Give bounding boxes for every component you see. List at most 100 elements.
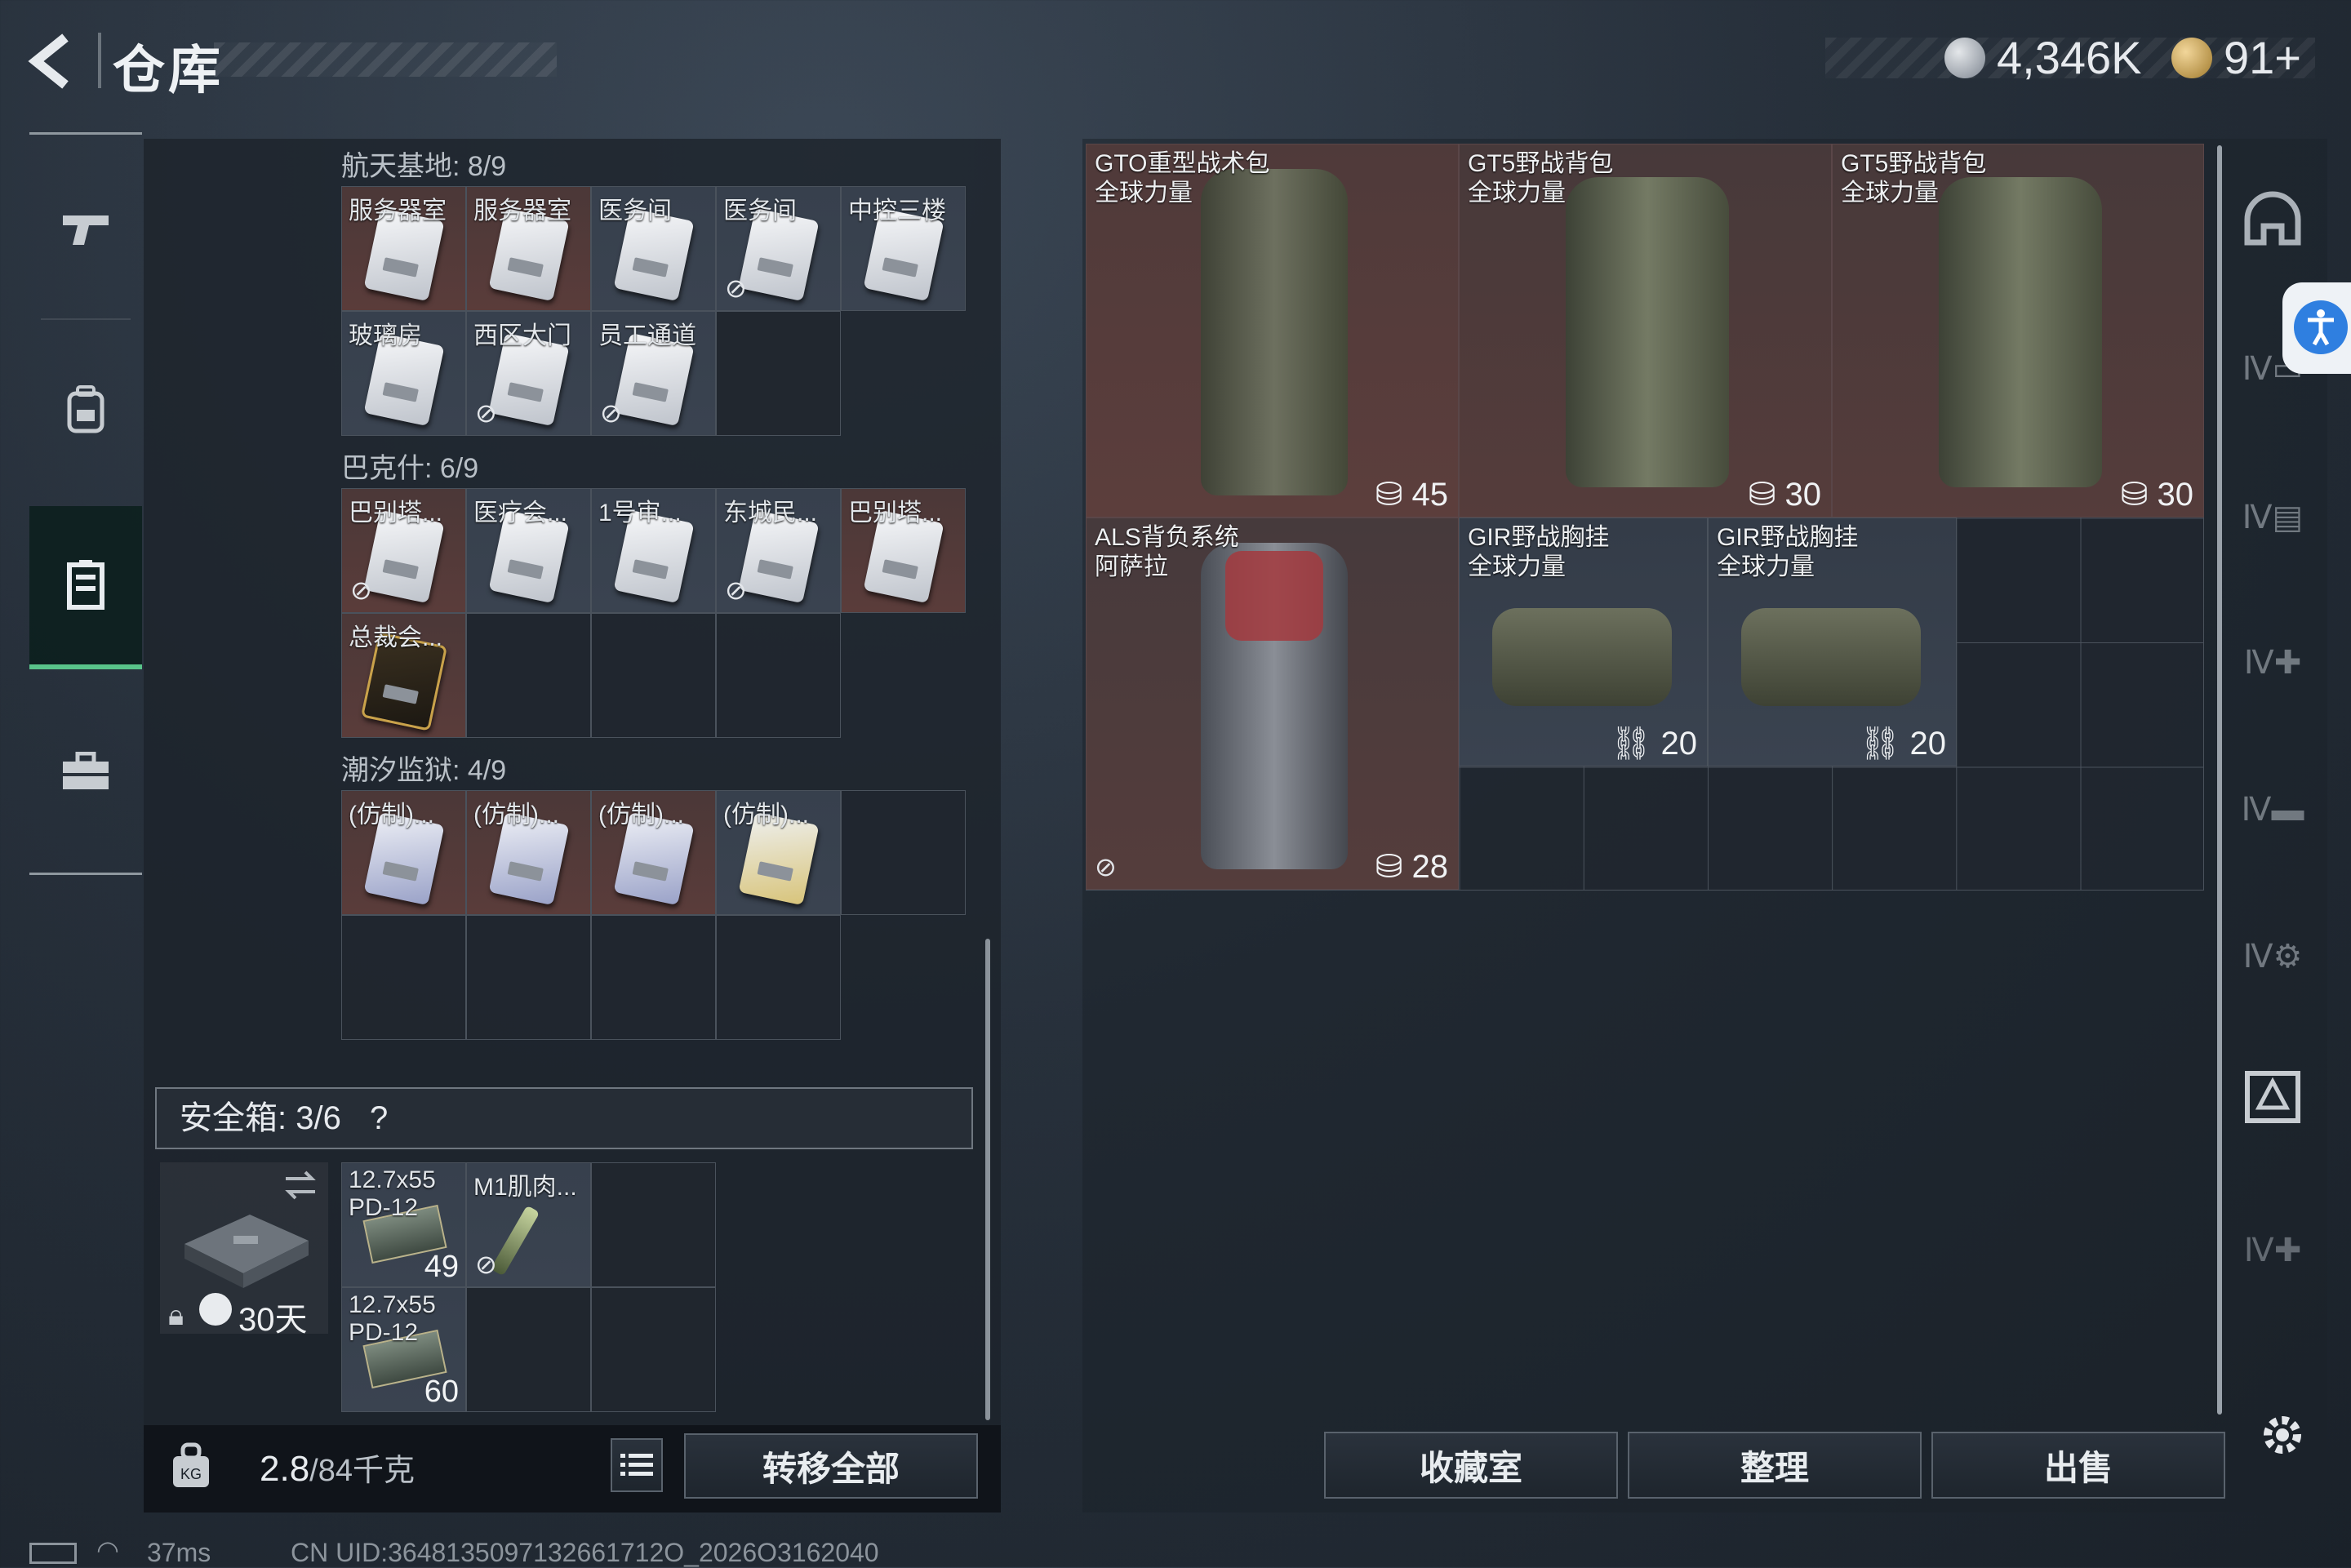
locker-icon (67, 560, 104, 610)
ping: 37ms (147, 1538, 211, 1567)
capacity-value: 30 (2157, 477, 2194, 513)
container-filter-icon[interactable]: Ⅳ▤ (2238, 483, 2307, 552)
item-faction: 全球力量 (1841, 180, 1939, 207)
ammo-slot[interactable]: 12.7x55 PD-12 60 (341, 1287, 466, 1412)
item-faction: 阿萨拉 (1095, 553, 1168, 580)
nav-weapons[interactable] (29, 147, 142, 310)
section-title-tidal-prison: 潮汐监狱: 4/9 (341, 755, 507, 786)
medical-filter-icon-2[interactable]: Ⅳ✚ (2238, 1216, 2307, 1285)
item-als-backpack[interactable]: ALS背负系统 阿萨拉 ⊘ ⛁ 28 (1086, 517, 1459, 890)
collection-filter-icon[interactable] (2238, 1061, 2307, 1130)
nav-divider (41, 318, 131, 320)
no-bind-icon: ⊘ (725, 273, 747, 303)
key-slot[interactable]: 巴别塔... ⊘ (341, 488, 466, 613)
weapon-filter-icon[interactable]: Ⅳ▬ (2238, 775, 2307, 844)
title-divider (98, 33, 101, 88)
transfer-all-button[interactable]: 转移全部 (684, 1433, 978, 1499)
key-slot[interactable]: 巴别塔... (841, 488, 966, 613)
accessibility-icon (2294, 300, 2348, 354)
sell-button[interactable]: 出售 (1931, 1432, 2225, 1499)
item-faction: 全球力量 (1717, 553, 1815, 580)
max-weight: /84千克 (309, 1454, 415, 1488)
key-slot[interactable]: 服务器室 (341, 186, 466, 311)
item-gir-chest-rig[interactable]: GIR野战胸挂 全球力量 ⛓ 20 (1459, 517, 1708, 766)
key-slot[interactable]: (仿制)... (341, 790, 466, 915)
swap-icon[interactable] (282, 1169, 318, 1202)
key-grid-aerospace: 服务器室 服务器室 医务间 医务间 ⊘ 中控三楼 玻璃房 西区大门 ⊘ 员工通道 ⊘ (341, 186, 966, 436)
empty-slot (466, 1287, 591, 1412)
helmet-filter-icon[interactable] (2238, 184, 2307, 253)
empty-slot (591, 1162, 716, 1287)
right-scrollbar[interactable] (2217, 145, 2222, 1415)
item-gt5-backpack[interactable]: GT5野战背包 全球力量 ⛁ 30 (1459, 144, 1832, 517)
item-name: GT5野战背包 (1468, 150, 1614, 177)
key-slot[interactable]: 总裁会... (341, 613, 466, 738)
item-name-block: GTO重型战术包 全球力量 (1095, 149, 1269, 208)
item-gir-chest-rig[interactable]: GIR野战胸挂 全球力量 ⛓ 20 (1708, 517, 1957, 766)
left-scrollbar[interactable] (985, 939, 990, 1420)
safebox-image[interactable]: 🔒︎ 30天 (160, 1162, 328, 1338)
no-bind-icon: ⊘ (350, 575, 372, 605)
no-bind-icon: ⊘ (725, 575, 747, 605)
capacity-badge: ⛁ 30 (1748, 477, 1821, 513)
faction-emblem (1225, 551, 1323, 641)
key-slot[interactable]: 西区大门 ⊘ (466, 311, 591, 436)
nav-storage[interactable] (29, 506, 142, 669)
current-weight: 2.8 (260, 1449, 310, 1489)
item-slot[interactable]: M1肌肉... ⊘ (466, 1162, 591, 1287)
key-label: (仿制)... (473, 802, 559, 828)
key-slot[interactable]: 东城民... ⊘ (716, 488, 841, 613)
no-bind-icon: ⊘ (1095, 852, 1117, 882)
key-label: (仿制)... (598, 802, 684, 828)
no-bind-icon: ⊘ (600, 398, 622, 428)
key-slot[interactable]: 医务间 ⊘ (716, 186, 841, 311)
item-faction: 全球力量 (1095, 180, 1193, 207)
key-slot[interactable]: 服务器室 (466, 186, 591, 311)
section-title-bakesh: 巴克什: 6/9 (341, 453, 479, 484)
item-gto-backpack[interactable]: GTO重型战术包 全球力量 ⛁ 45 (1086, 144, 1459, 517)
help-icon[interactable]: ? (370, 1100, 388, 1136)
key-slot[interactable]: (仿制)... (466, 790, 591, 915)
key-slot[interactable]: 医疗会... (466, 488, 591, 613)
capacity-badge: ⛁ 28 (1375, 849, 1448, 885)
empty-slot (716, 915, 841, 1040)
capacity-value: 20 (1660, 726, 1698, 762)
page-title: 仓库 (113, 41, 224, 100)
ammo-slot[interactable]: 12.7x55 PD-12 49 (341, 1162, 466, 1287)
backpack-icon (1939, 177, 2102, 487)
key-slot[interactable]: (仿制)... (591, 790, 716, 915)
medical-filter-icon[interactable]: Ⅳ✚ (2238, 629, 2307, 697)
key-slot[interactable]: (仿制)... (716, 790, 841, 915)
attachment-filter-icon[interactable]: Ⅳ⚙ (2238, 922, 2307, 991)
organize-button[interactable]: 整理 (1628, 1432, 1922, 1499)
settings-gear-icon[interactable] (2260, 1412, 2305, 1458)
backpack-icon (1201, 169, 1348, 495)
key-slot[interactable]: 玻璃房 (341, 311, 466, 436)
ammo-label: 12.7x55 PD-12 (349, 1291, 436, 1346)
backpack-icon (67, 385, 104, 433)
no-bind-icon: ⊘ (475, 398, 497, 428)
collection-room-button[interactable]: 收藏室 (1324, 1432, 1618, 1499)
safebox-header: 安全箱: 3/6 ? (155, 1087, 973, 1149)
silver-coin-icon (1944, 38, 1985, 78)
key-slot[interactable]: 中控三楼 (841, 186, 966, 311)
key-slot[interactable]: 1号审... (591, 488, 716, 613)
nav-backpack[interactable] (29, 328, 142, 491)
key-slot[interactable]: 员工通道 ⊘ (591, 311, 716, 436)
nav-toolbox[interactable] (29, 690, 142, 853)
capacity-badge: ⛓ 20 (1859, 726, 1946, 762)
key-label: (仿制)... (349, 802, 434, 828)
key-slot[interactable]: 医务间 (591, 186, 716, 311)
item-gt5-backpack[interactable]: GT5野战背包 全球力量 ⛁ 30 (1832, 144, 2204, 517)
briefcase-icon (63, 752, 109, 789)
ammo-qty: 49 (424, 1250, 459, 1284)
accessibility-button[interactable] (2282, 282, 2351, 374)
back-button[interactable] (24, 33, 82, 90)
list-view-button[interactable] (611, 1438, 663, 1492)
silver-balance: 4,346K (1997, 32, 2142, 83)
empty-slot (591, 915, 716, 1040)
gold-balance: 91+ (2224, 32, 2301, 83)
item-faction: 全球力量 (1468, 180, 1566, 207)
item-name-block: GIR野战胸挂 全球力量 (1717, 523, 1858, 582)
top-bar: 仓库 4,346K 91+ (0, 0, 2351, 122)
